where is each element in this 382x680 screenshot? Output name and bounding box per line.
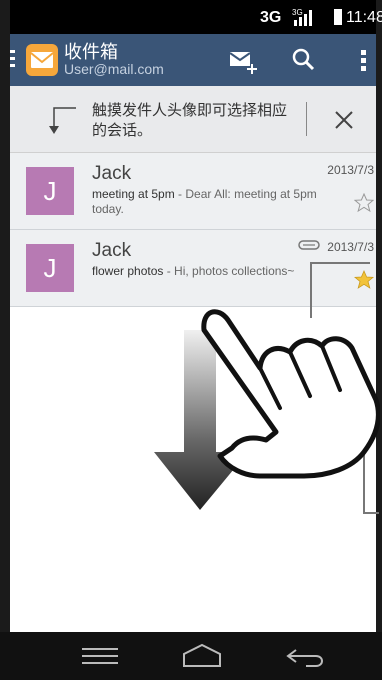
- preview: - Hi, photos collections~: [163, 264, 295, 278]
- mail-app-icon[interactable]: [26, 44, 58, 76]
- attachment-icon: [298, 240, 320, 250]
- action-bar: 收件箱 User@mail.com: [10, 34, 376, 86]
- account-email: User@mail.com: [64, 61, 164, 77]
- swipe-down-gesture-icon: [154, 309, 380, 510]
- overflow-menu-icon: [361, 50, 366, 71]
- subject: flower photos: [92, 264, 164, 278]
- battery-icon: [334, 9, 342, 25]
- network-type-label: 3G: [260, 9, 282, 26]
- message-date: 2013/7/3: [327, 163, 374, 177]
- search-icon: [292, 48, 315, 71]
- signal-3g-label: 3G: [292, 8, 303, 17]
- close-icon[interactable]: [330, 106, 358, 134]
- compose-button[interactable]: [224, 42, 260, 78]
- menu-icon[interactable]: [78, 642, 122, 670]
- home-icon[interactable]: [180, 642, 224, 670]
- star-outline-icon[interactable]: [354, 193, 374, 213]
- subject: meeting at 5pm: [92, 187, 175, 201]
- message-date: 2013/7/3: [327, 240, 374, 254]
- avatar[interactable]: J: [26, 244, 74, 292]
- status-bar: 3G 3G 11:48: [10, 0, 382, 34]
- sender-name: Jack: [92, 163, 132, 184]
- hint-divider: [306, 102, 307, 136]
- navigation-bar: [0, 632, 382, 680]
- turn-down-arrow-icon: [49, 107, 76, 134]
- list-item[interactable]: J Jack meeting at 5pm - Dear All: meetin…: [10, 153, 376, 230]
- signal-icon: 3G: [292, 8, 312, 26]
- phone-screen: 3G 3G 11:48 收件箱 User@mail.com 触摸发件人头像即可选…: [0, 0, 382, 680]
- overflow-menu-button[interactable]: [346, 42, 382, 78]
- hint-text: 触摸发件人头像即可选择相应的会话。: [92, 101, 288, 139]
- clock: 11:48: [346, 9, 382, 26]
- search-button[interactable]: [286, 42, 322, 78]
- message-snippet: flower photos - Hi, photos collections~: [92, 264, 322, 279]
- back-icon[interactable]: [284, 642, 328, 670]
- message-snippet: meeting at 5pm - Dear All: meeting at 5p…: [92, 187, 322, 217]
- sender-name: Jack: [92, 240, 132, 261]
- compose-icon: [229, 52, 257, 74]
- hint-banner: 触摸发件人头像即可选择相应的会话。: [10, 86, 376, 153]
- drawer-icon[interactable]: [10, 50, 15, 70]
- phone-bezel-left: [0, 0, 10, 680]
- avatar[interactable]: J: [26, 167, 74, 215]
